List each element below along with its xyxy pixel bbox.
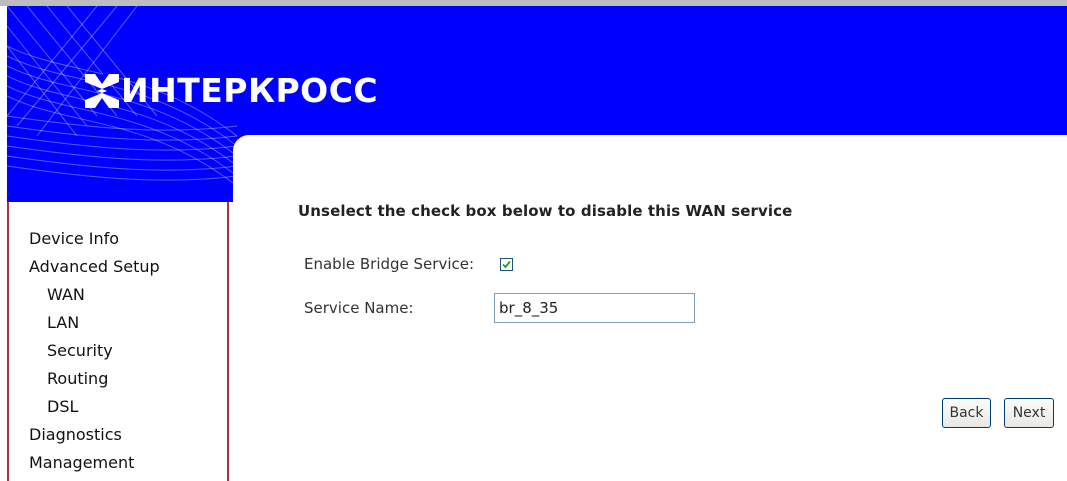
enable-bridge-label: Enable Bridge Service:: [304, 255, 475, 273]
nav-menu: Device Info Advanced Setup WAN LAN Secur…: [9, 225, 160, 477]
back-button[interactable]: Back: [942, 398, 991, 428]
service-name-label: Service Name:: [304, 299, 414, 317]
sidebar-item-management[interactable]: Management: [9, 449, 160, 477]
sidebar-item-dsl[interactable]: DSL: [9, 393, 160, 421]
sidebar-item-security[interactable]: Security: [9, 337, 160, 365]
brand-name: ИНТЕРКРОСС: [121, 71, 379, 110]
enable-bridge-checkbox[interactable]: [500, 258, 513, 271]
next-button[interactable]: Next: [1004, 398, 1054, 428]
sidebar-item-wan[interactable]: WAN: [9, 281, 160, 309]
brand-logo: ИНТЕРКРОСС: [85, 74, 378, 108]
sidebar-item-lan[interactable]: LAN: [9, 309, 160, 337]
sidebar-item-diagnostics[interactable]: Diagnostics: [9, 421, 160, 449]
sidebar-item-routing[interactable]: Routing: [9, 365, 160, 393]
checkmark-icon: [502, 260, 511, 269]
sidebar-item-device-info[interactable]: Device Info: [9, 225, 160, 253]
sidebar: Device Info Advanced Setup WAN LAN Secur…: [7, 202, 229, 481]
service-name-input[interactable]: [494, 293, 695, 323]
logo-mark-icon: [85, 74, 119, 108]
sidebar-item-advanced-setup[interactable]: Advanced Setup: [9, 253, 160, 281]
instruction-text: Unselect the check box below to disable …: [298, 202, 793, 220]
